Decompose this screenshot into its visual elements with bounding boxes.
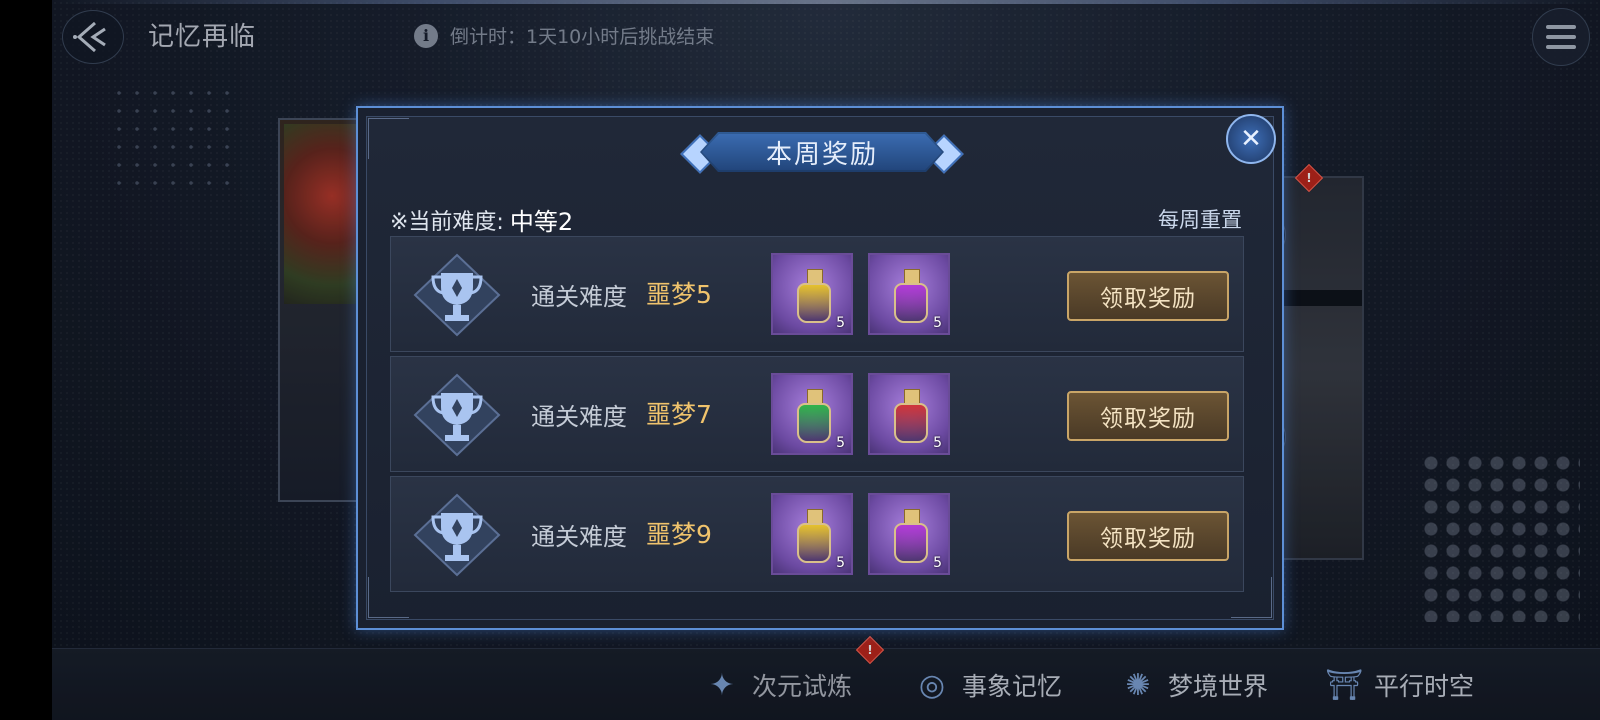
reward-item-potion[interactable]: 5 — [868, 493, 950, 575]
close-button[interactable]: ✕ — [1226, 114, 1276, 164]
row-label: 通关难度 — [531, 283, 627, 311]
reward-item-potion[interactable]: 5 — [771, 493, 853, 575]
potion-icon — [892, 269, 930, 323]
bottle-body — [797, 523, 831, 563]
modal-title-plate: 本周奖励 — [680, 132, 964, 174]
row-label: 通关难度 — [531, 523, 627, 551]
current-difficulty: ※当前难度: 中等2 — [390, 202, 573, 237]
potion-icon — [795, 389, 833, 443]
corner-ornament — [368, 118, 409, 159]
difficulty-label: ※当前难度: — [390, 209, 504, 235]
trophy-icon — [413, 493, 501, 577]
row-label: 通关难度 — [531, 403, 627, 431]
reward-row: 通关难度 噩梦9 5 5 领取奖励 — [390, 476, 1244, 592]
close-icon: ✕ — [1240, 124, 1262, 154]
modal-title: 本周奖励 — [765, 139, 878, 170]
bottle-body — [797, 403, 831, 443]
item-count: 5 — [836, 555, 845, 571]
item-count: 5 — [933, 435, 942, 451]
reward-item-potion[interactable]: 5 — [868, 373, 950, 455]
potion-icon — [795, 269, 833, 323]
claim-reward-button[interactable]: 领取奖励 — [1067, 391, 1229, 441]
item-count: 5 — [933, 315, 942, 331]
claim-reward-button[interactable]: 领取奖励 — [1067, 511, 1229, 561]
reward-item-potion[interactable]: 5 — [771, 373, 853, 455]
weekly-reset-label: 每周重置 — [1158, 208, 1242, 232]
item-count: 5 — [836, 315, 845, 331]
item-count: 5 — [836, 435, 845, 451]
difficulty-value: 中等2 — [509, 208, 574, 236]
reward-row: 通关难度 噩梦7 5 5 领取奖励 — [390, 356, 1244, 472]
row-level: 噩梦5 — [646, 280, 712, 309]
reward-item-potion[interactable]: 5 — [771, 253, 853, 335]
bottle-body — [797, 283, 831, 323]
item-count: 5 — [933, 555, 942, 571]
potion-icon — [795, 509, 833, 563]
potion-icon — [892, 389, 930, 443]
bottle-body — [894, 283, 928, 323]
reward-item-potion[interactable]: 5 — [868, 253, 950, 335]
weekly-reward-modal: 本周奖励 ✕ ※当前难度: 中等2 每周重置 通关难度 噩梦5 5 5 领取奖励… — [356, 106, 1284, 630]
trophy-icon — [413, 373, 501, 457]
bottle-body — [894, 523, 928, 563]
trophy-icon — [413, 253, 501, 337]
bottle-body — [894, 403, 928, 443]
claim-reward-button[interactable]: 领取奖励 — [1067, 271, 1229, 321]
potion-icon — [892, 509, 930, 563]
row-level: 噩梦7 — [646, 400, 712, 429]
reward-row: 通关难度 噩梦5 5 5 领取奖励 — [390, 236, 1244, 352]
row-level: 噩梦9 — [646, 520, 712, 549]
